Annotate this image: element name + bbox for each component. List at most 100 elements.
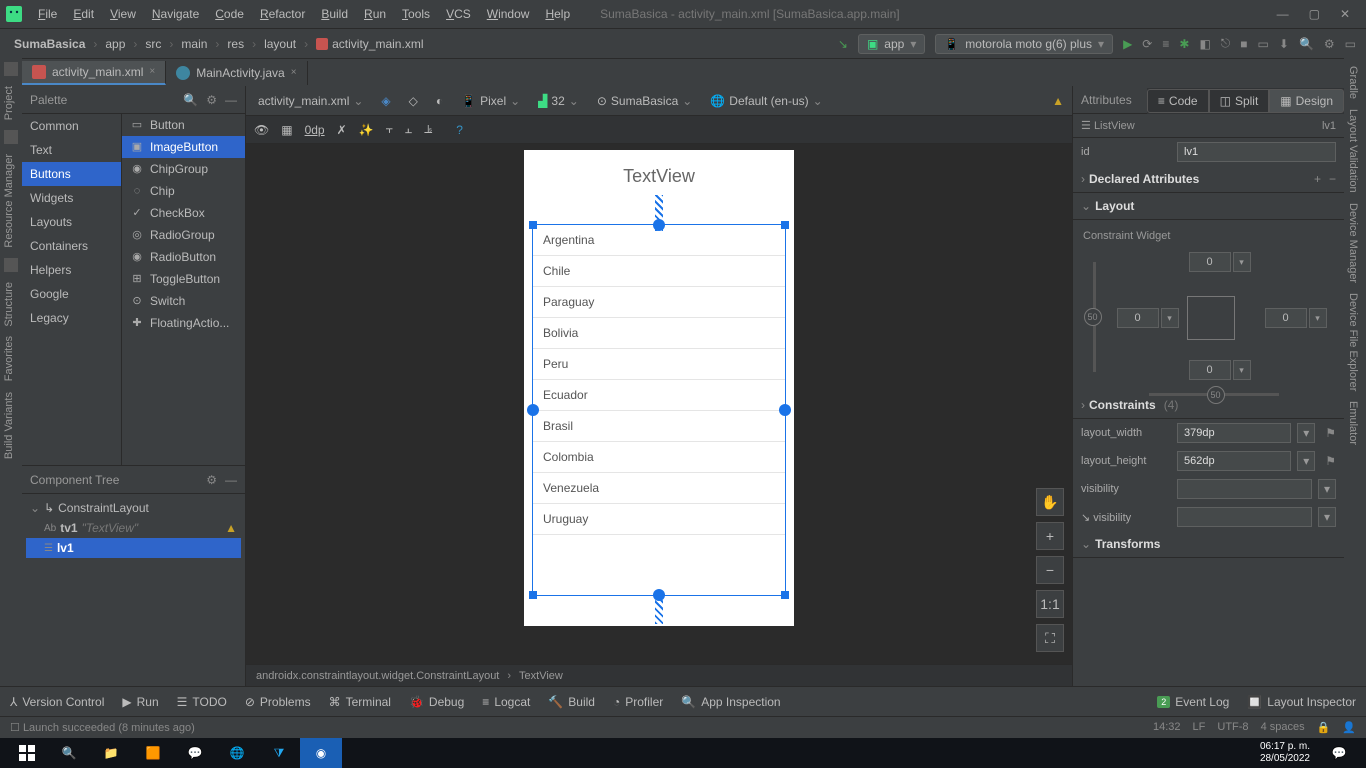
palette-category[interactable]: Layouts [22, 210, 121, 234]
debug-restart-icon[interactable]: ⟳ [1142, 37, 1152, 51]
preview-textview[interactable]: TextView [524, 150, 794, 195]
design-mode-button[interactable]: ▦Design [1269, 89, 1344, 113]
locale-combo[interactable]: 🌐Default (en-us)⌄ [706, 92, 826, 110]
menu-run[interactable]: Run [358, 5, 392, 23]
palette-item[interactable]: ✓CheckBox [122, 202, 245, 224]
explorer-icon[interactable]: 📁 [90, 738, 132, 768]
zoom-button[interactable]: 1:1 [1036, 590, 1064, 618]
settings-icon[interactable]: ⚙ [1324, 37, 1335, 51]
layout-section[interactable]: Layout [1095, 199, 1134, 213]
infer-constraints-icon[interactable]: ✨ [359, 123, 374, 137]
minimize-icon[interactable]: — [1277, 7, 1289, 21]
tool-window-button[interactable]: Gradle [1347, 66, 1359, 99]
menu-view[interactable]: View [104, 5, 142, 23]
attach-icon[interactable]: ⎋ [1221, 36, 1231, 51]
sync-icon[interactable]: ↘ [838, 37, 848, 51]
dropdown-icon[interactable]: ▾ [1297, 451, 1315, 471]
palette-category[interactable]: Widgets [22, 186, 121, 210]
tree-root[interactable]: ⌄↳ConstraintLayout [26, 498, 241, 518]
bottom-tool-button[interactable]: 🔍App Inspection [681, 695, 780, 709]
breadcrumb-item[interactable]: SumaBasica [10, 35, 89, 53]
remove-icon[interactable]: − [1329, 172, 1336, 186]
breadcrumb-item[interactable]: layout [260, 35, 300, 53]
stop-icon[interactable]: ■ [1240, 37, 1247, 51]
search-everywhere-icon[interactable]: 🔍 [1299, 37, 1314, 51]
gear-icon[interactable]: ⚙ [206, 93, 217, 107]
android-studio-icon[interactable]: ◉ [300, 738, 342, 768]
file-combo[interactable]: activity_main.xml⌄ [254, 92, 367, 110]
bottom-tool-button[interactable]: ⌘Terminal [329, 695, 391, 709]
bottom-tool-button[interactable]: ☰TODO [177, 695, 227, 709]
warning-icon[interactable]: ▲ [1052, 94, 1064, 108]
attr-input[interactable] [1177, 479, 1312, 499]
bottom-tool-button[interactable]: 🐞Debug [409, 695, 464, 709]
menu-window[interactable]: Window [481, 5, 536, 23]
menu-tools[interactable]: Tools [396, 5, 436, 23]
palette-item[interactable]: ◉ChipGroup [122, 158, 245, 180]
breadcrumb-item[interactable]: activity_main.xml [312, 35, 427, 53]
dropdown-icon[interactable]: ▾ [1318, 507, 1336, 527]
tree-item[interactable]: ☰ lv1 [26, 538, 241, 558]
palette-item[interactable]: ✚FloatingActio... [122, 312, 245, 334]
status-charset[interactable]: UTF-8 [1217, 721, 1248, 734]
menu-build[interactable]: Build [315, 5, 354, 23]
tool-window-button[interactable]: Build Variants [3, 392, 15, 459]
tool-window-button[interactable]: Layout Validation [1347, 109, 1359, 193]
zoom-button[interactable]: ⛶ [1036, 624, 1064, 652]
code-mode-button[interactable]: ≡Code [1147, 89, 1209, 113]
start-button[interactable] [6, 738, 48, 768]
palette-item[interactable]: ⊞ToggleButton [122, 268, 245, 290]
palette-item[interactable]: ▭Button [122, 114, 245, 136]
zoom-button[interactable]: ✋ [1036, 488, 1064, 516]
tool-window-button[interactable]: Device Manager [1347, 203, 1359, 283]
align-icon[interactable]: ⫟ [386, 122, 393, 137]
menu-help[interactable]: Help [539, 5, 576, 23]
breadcrumb-item[interactable]: app [101, 35, 129, 53]
blueprint-icon[interactable]: ▦ [281, 123, 292, 137]
dropdown-icon[interactable]: ▾ [1297, 423, 1315, 443]
tool-window-button[interactable]: Device File Explorer [1347, 293, 1359, 391]
theme-combo[interactable]: ⊙SumaBasica⌄ [593, 92, 697, 110]
palette-category[interactable]: Legacy [22, 306, 121, 330]
layout-inspector-button[interactable]: 🔲Layout Inspector [1247, 695, 1356, 709]
palette-category[interactable]: Text [22, 138, 121, 162]
palette-item[interactable]: ⊙Switch [122, 290, 245, 312]
lock-icon[interactable]: 🔒 [1317, 721, 1331, 734]
dropdown-icon[interactable]: ▾ [1318, 479, 1336, 499]
palette-category[interactable]: Google [22, 282, 121, 306]
add-icon[interactable]: + [1314, 172, 1321, 186]
close-icon[interactable]: ✕ [1340, 7, 1350, 21]
editor-tab[interactable]: activity_main.xml× [22, 61, 166, 85]
breadcrumb-item[interactable]: src [141, 35, 165, 53]
sdk-icon[interactable]: ⬇ [1279, 37, 1289, 51]
preview-listview-selection[interactable]: ArgentinaChileParaguayBoliviaPeruEcuador… [532, 224, 786, 596]
editor-tab[interactable]: MainActivity.java× [166, 61, 307, 85]
palette-category[interactable]: Helpers [22, 258, 121, 282]
attr-input[interactable] [1177, 507, 1312, 527]
device-combo[interactable]: 📱motorola moto g(6) plus▾ [935, 34, 1113, 54]
collapse-icon[interactable]: — [225, 473, 237, 487]
tool-window-button[interactable]: Resource Manager [3, 154, 15, 248]
eye-icon[interactable]: 👁 [254, 123, 269, 137]
close-tab-icon[interactable]: × [149, 66, 155, 77]
profile-icon[interactable]: ≡ [1162, 37, 1169, 51]
orientation-icon[interactable]: ◇ [405, 92, 422, 110]
palette-category[interactable]: Containers [22, 234, 121, 258]
store-icon[interactable]: 🟧 [132, 738, 174, 768]
menu-vcs[interactable]: VCS [440, 5, 477, 23]
zoom-button[interactable]: + [1036, 522, 1064, 550]
search-icon[interactable]: 🔍 [183, 93, 198, 107]
menu-edit[interactable]: Edit [67, 5, 100, 23]
palette-category[interactable]: Buttons [22, 162, 121, 186]
breadcrumb-item[interactable]: res [223, 35, 248, 53]
crumb[interactable]: androidx.constraintlayout.widget.Constra… [256, 670, 499, 682]
bottom-tool-button[interactable]: 🔨Build [548, 695, 595, 709]
close-tab-icon[interactable]: × [291, 67, 297, 78]
bottom-tool-button[interactable]: ▶Run [122, 695, 158, 709]
split-mode-button[interactable]: ◫Split [1209, 89, 1270, 113]
attr-input[interactable]: 562dp [1177, 451, 1291, 471]
tool-window-button[interactable]: Favorites [3, 336, 15, 381]
constraint-widget[interactable]: Constraint Widget 50 0 ▾ 0 ▾ 0 ▾ 0 ▾ 50 [1073, 220, 1344, 392]
status-lf[interactable]: LF [1193, 721, 1206, 734]
margin-combo[interactable]: 0dp [305, 123, 325, 137]
